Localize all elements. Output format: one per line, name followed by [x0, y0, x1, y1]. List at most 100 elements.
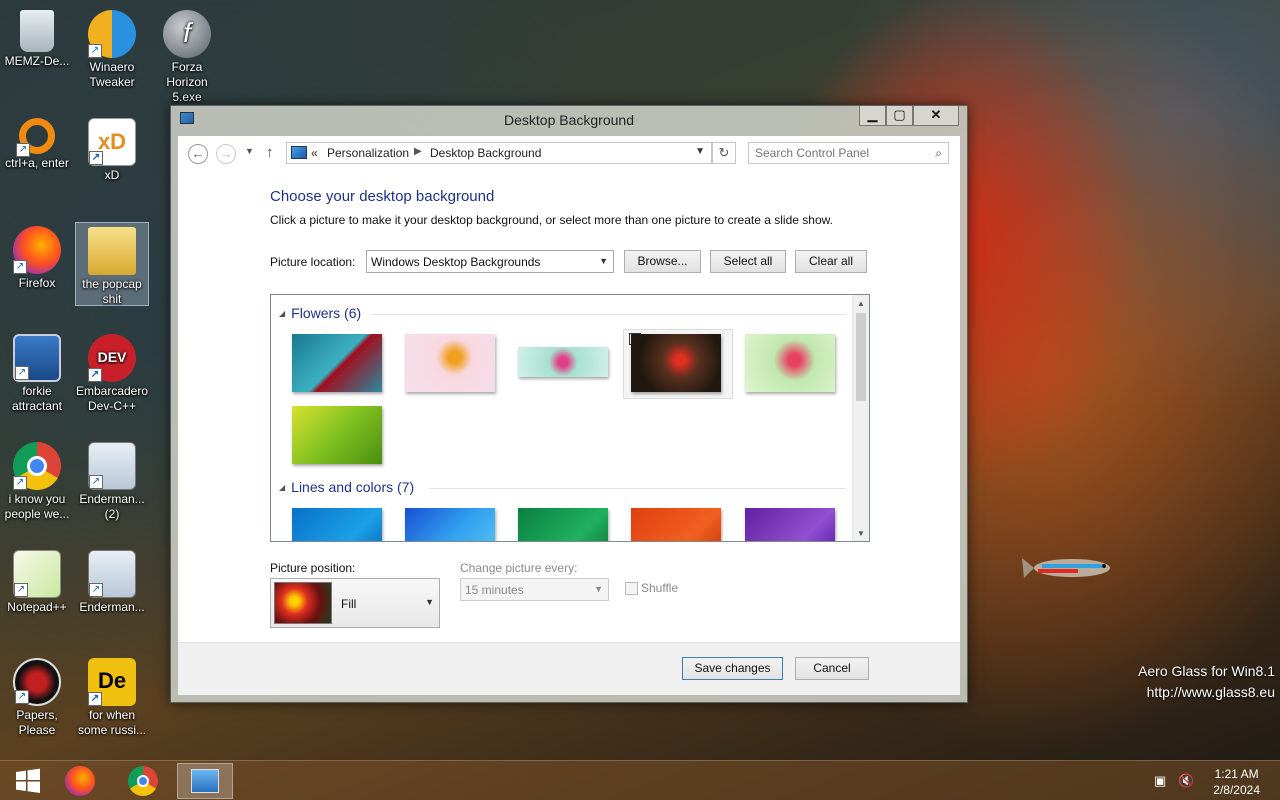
breadcrumb-personalization[interactable]: Personalization [327, 146, 409, 160]
desktop-icon-winaero[interactable]: ↗ Winaero Tweaker [75, 6, 149, 90]
shortcut-arrow-icon: ↗ [16, 143, 30, 157]
desktop-icon-notepadpp[interactable]: ↗ Notepad++ [0, 546, 74, 615]
desktop-icon-label: the popcap shit [82, 277, 142, 306]
breadcrumb-desktop-background[interactable]: Desktop Background [430, 146, 541, 160]
shortcut-arrow-icon: ↗ [15, 366, 29, 380]
thumbnail-lines-3[interactable] [518, 508, 608, 541]
network-icon[interactable]: ▣ [1154, 773, 1166, 789]
chevron-down-icon[interactable]: ▼ [695, 146, 705, 157]
desktop-icon-de[interactable]: De ↗ for when some russi... [75, 654, 149, 738]
clock[interactable]: 1:21 AM 2/8/2024 [1213, 766, 1260, 798]
window-client: ← → ▼ ↑ « Personalization ▶ Desktop Back… [178, 136, 960, 695]
address-bar[interactable]: « Personalization ▶ Desktop Background ▼ [286, 142, 712, 164]
devcpp-icon: DEV ↗ [88, 334, 136, 382]
change-picture-select[interactable]: 15 minutes ▼ [460, 578, 609, 601]
desktop-icon-label: Embarcadero Dev-C++ [75, 384, 149, 413]
neon-tetra-fish [1022, 558, 1110, 578]
change-picture-label: Change picture every: [460, 561, 578, 575]
thumbnail-flower-6[interactable] [292, 406, 382, 464]
thumbnail-lines-4[interactable] [631, 508, 721, 541]
desktop-icon-xd[interactable]: xD ↗ xD [75, 114, 149, 183]
group-header-lines-and-colors[interactable]: ◢ Lines and colors (7) [279, 479, 414, 495]
search-input[interactable] [755, 144, 925, 162]
forward-button[interactable]: → [216, 144, 236, 164]
desktop-icon-label: Forza Horizon 5.exe [166, 60, 208, 104]
thumbnail-flower-3[interactable] [518, 347, 608, 377]
vertical-scrollbar[interactable]: ▲ ▼ [852, 295, 869, 541]
hxd-icon: xD ↗ [88, 118, 136, 166]
save-changes-button[interactable]: Save changes [682, 657, 783, 680]
select-all-button[interactable]: Select all [710, 250, 786, 273]
collapse-triangle-icon[interactable]: ◢ [279, 483, 285, 492]
group-divider [429, 488, 846, 489]
desktop-icon-label: i know you people we... [4, 492, 70, 521]
clear-all-button[interactable]: Clear all [795, 250, 867, 273]
cancel-button[interactable]: Cancel [795, 657, 869, 680]
search-box[interactable]: ⌕ [748, 142, 949, 164]
start-button[interactable] [0, 763, 56, 799]
desktop-icon-label: for when some russi... [77, 708, 146, 737]
recent-pages-dropdown[interactable]: ▼ [245, 146, 254, 156]
scrollbar-thumb[interactable] [856, 313, 866, 401]
browse-button[interactable]: Browse... [624, 250, 701, 273]
up-button[interactable]: ↑ [266, 144, 274, 161]
desktop-icon-forza[interactable]: f Forza Horizon 5.exe [150, 6, 224, 105]
desktop-icon-ctrl-a[interactable]: ↗ ctrl+a, enter [0, 114, 74, 171]
thumbnail-flower-2[interactable] [405, 334, 495, 392]
refresh-button[interactable]: ↻ [712, 142, 736, 164]
desktop-icon-label: xD [104, 168, 120, 182]
desktop-icon-popcap[interactable]: the popcap shit [75, 222, 149, 306]
shuffle-checkbox[interactable] [625, 582, 638, 595]
chevron-down-icon: ▼ [425, 597, 434, 607]
search-icon[interactable]: ⌕ [935, 146, 942, 161]
firefox-icon [65, 766, 95, 796]
thumbnail-lines-5[interactable] [745, 508, 835, 541]
thumbnail-flower-1[interactable] [292, 334, 382, 392]
desktop-icon-label: Winaero Tweaker [89, 60, 135, 89]
thumbnail-lines-2[interactable] [405, 508, 495, 541]
thumbnail-flower-4[interactable] [631, 334, 721, 392]
picture-gallery[interactable]: ◢Flowers (6) ✓ ◢Lines and colors (7) [270, 294, 870, 542]
taskbar-firefox[interactable] [52, 763, 108, 799]
collapse-triangle-icon[interactable]: ◢ [279, 309, 285, 318]
desktop-icon-enderman[interactable]: ↗ Enderman... [75, 546, 149, 615]
back-button[interactable]: ← [188, 144, 208, 164]
desktop-icon-memz[interactable]: MEMZ-De... [0, 6, 74, 69]
desktop-icon-papers-please[interactable]: ↗ Papers, Please [0, 654, 74, 738]
close-button[interactable]: ✕ [913, 106, 959, 126]
settings-monitor-icon: ↗ [13, 334, 61, 382]
scroll-down-icon[interactable]: ▼ [857, 529, 865, 538]
scroll-up-icon[interactable]: ▲ [857, 299, 865, 308]
desktop-icon-firefox[interactable]: ↗ Firefox [0, 222, 74, 291]
group-header-flowers[interactable]: ◢ Flowers (6) [279, 305, 361, 321]
minimize-button[interactable]: ▁ [859, 106, 886, 126]
picture-location-select[interactable]: Windows Desktop Backgrounds ▼ [366, 250, 614, 273]
title-bar[interactable]: Desktop Background ▁ ▢ ✕ [171, 106, 967, 136]
flash-icon: f [163, 10, 211, 58]
address-prefix[interactable]: « [311, 146, 318, 160]
thumbnail-lines-1[interactable] [292, 508, 382, 541]
winaero-icon: ↗ [88, 10, 136, 58]
desktop-icon-forkie[interactable]: ↗ forkie attractant [0, 330, 74, 414]
window-icon: ↗ [88, 550, 136, 598]
picture-location-row: Picture location: Windows Desktop Backgr… [270, 250, 970, 274]
aero-glass-watermark: Aero Glass for Win8.1 http://www.glass8.… [1138, 661, 1275, 703]
desktop-icon-enderman-2[interactable]: ↗ Enderman... (2) [75, 438, 149, 522]
desktop-icon-chrome[interactable]: ↗ i know you people we... [0, 438, 74, 522]
shortcut-arrow-icon: ↗ [89, 583, 103, 597]
thumbnail-flower-5[interactable] [745, 334, 835, 392]
desktop-icon-label: Firefox [18, 276, 56, 290]
dialog-footer: Save changes Cancel [178, 642, 960, 695]
taskbar-control-panel[interactable] [177, 763, 233, 799]
desktop-icon-label: ctrl+a, enter [5, 156, 69, 170]
desktop-icon-devcpp[interactable]: DEV ↗ Embarcadero Dev-C++ [75, 330, 149, 414]
picture-position-label: Picture position: [270, 561, 356, 575]
chevron-down-icon: ▼ [599, 256, 608, 266]
system-tray: ▣ 🔇 1:21 AM 2/8/2024 [1140, 761, 1280, 800]
volume-muted-icon[interactable]: 🔇 [1178, 773, 1194, 789]
taskbar-chrome[interactable] [115, 763, 171, 799]
picture-position-select[interactable]: Fill ▼ [270, 578, 440, 628]
breadcrumb-separator-icon[interactable]: ▶ [414, 146, 422, 157]
maximize-button[interactable]: ▢ [886, 106, 913, 126]
desktop-icon-label: MEMZ-De... [4, 54, 70, 68]
